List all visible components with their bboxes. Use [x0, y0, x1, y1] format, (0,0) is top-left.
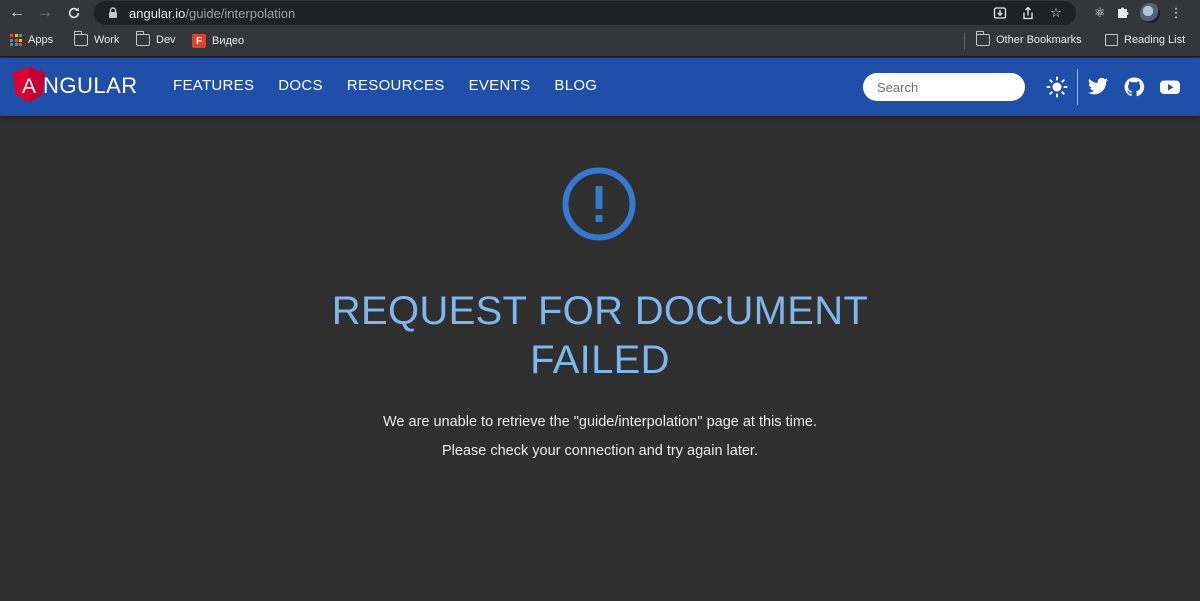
site-header: A NGULAR FEATURES DOCS RESOURCES EVENTS … [0, 58, 1200, 116]
bookmark-video[interactable]: F Видео [192, 34, 244, 48]
error-exclamation-icon [562, 167, 636, 241]
error-page: REQUEST FOR DOCUMENT FAILED We are unabl… [0, 116, 1200, 601]
bookmark-dev[interactable]: Dev [135, 31, 176, 46]
url-text[interactable]: angular.io/guide/interpolation [129, 6, 295, 21]
apps-grid-icon [10, 34, 22, 46]
youtube-icon[interactable] [1159, 77, 1181, 97]
nav-features[interactable]: FEATURES [173, 77, 254, 94]
address-bar[interactable]: angular.io/guide/interpolation ☆ [94, 1, 1076, 25]
bookmark-star-icon[interactable]: ☆ [1048, 5, 1064, 21]
share-icon[interactable] [1020, 5, 1036, 21]
error-message-line-2: Please check your connection and try aga… [442, 443, 758, 459]
bookmarks-divider [964, 33, 965, 49]
nav-docs[interactable]: DOCS [278, 77, 323, 94]
extensions-puzzle-icon[interactable] [1116, 5, 1130, 22]
angular-logo[interactable]: A NGULAR [11, 66, 138, 106]
nav-resources[interactable]: RESOURCES [347, 77, 445, 94]
nav-events[interactable]: EVENTS [469, 77, 531, 94]
back-arrow-icon[interactable]: ← [7, 3, 27, 23]
install-icon[interactable] [992, 5, 1008, 21]
bookmark-work[interactable]: Work [73, 31, 119, 46]
main-nav: FEATURES DOCS RESOURCES EVENTS BLOG [173, 77, 597, 94]
reading-list-icon [1105, 34, 1118, 46]
forward-arrow-icon[interactable]: → [35, 3, 55, 23]
folder-icon [135, 31, 150, 46]
browser-toolbar: ← → angular.io/guide/interpolation ☆ ⚛ ⋮ [0, 0, 1200, 26]
logo-wordmark: NGULAR [43, 73, 138, 98]
bookmark-other-bookmarks[interactable]: Other Bookmarks [975, 31, 1082, 46]
search-input[interactable] [863, 73, 1025, 101]
folder-icon [73, 31, 88, 46]
error-message-line-1: We are unable to retrieve the "guide/int… [382, 414, 817, 430]
bookmarks-bar: Apps Work Dev F Видео Other Bookmarks Re… [0, 26, 1200, 57]
header-divider [1077, 69, 1078, 105]
folder-icon [975, 31, 990, 46]
profile-avatar[interactable] [1139, 3, 1160, 23]
theme-toggle-sun-icon[interactable] [1046, 76, 1068, 98]
bookmark-apps[interactable]: Apps [10, 34, 53, 46]
react-devtools-icon[interactable]: ⚛ [1094, 5, 1106, 21]
twitter-icon[interactable] [1087, 77, 1109, 97]
lock-icon[interactable] [106, 6, 120, 20]
github-icon[interactable] [1123, 77, 1145, 97]
bookmark-reading-list[interactable]: Reading List [1105, 34, 1185, 46]
angular-shield-icon: A [13, 67, 45, 103]
logo-letter: A [22, 75, 36, 98]
menu-kebab-icon[interactable]: ⋮ [1170, 5, 1183, 21]
error-title: REQUEST FOR DOCUMENT FAILED [331, 289, 869, 382]
video-f-icon: F [192, 34, 206, 48]
reload-icon[interactable] [64, 3, 84, 23]
nav-blog[interactable]: BLOG [554, 77, 597, 94]
